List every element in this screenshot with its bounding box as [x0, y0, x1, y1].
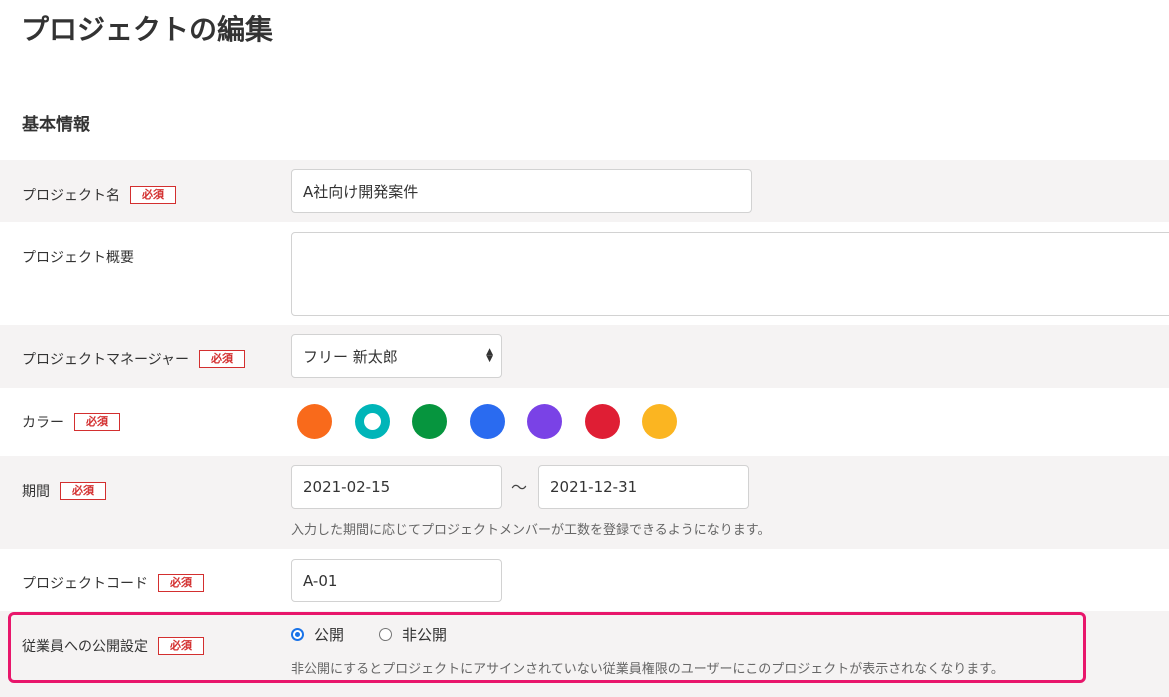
project-name-row: プロジェクト名 必須 A社向け開発案件	[0, 160, 1169, 222]
required-badge: 必須	[74, 413, 120, 431]
project-code-input[interactable]: A-01	[291, 559, 502, 602]
section-title: 基本情報	[22, 115, 90, 135]
project-code-label: プロジェクトコード 必須	[22, 573, 204, 593]
selected-ring-icon	[363, 413, 381, 430]
project-manager-row: プロジェクトマネージャー 必須 フリー 新太郎 ▲ ▼	[0, 325, 1169, 388]
color-swatch-yellow[interactable]	[642, 404, 677, 439]
color-swatch-green[interactable]	[412, 404, 447, 439]
project-name-input[interactable]: A社向け開発案件	[291, 169, 752, 213]
page-title: プロジェクトの編集	[21, 13, 274, 46]
project-summary-textarea[interactable]	[291, 232, 1169, 316]
select-arrows-icon: ▲ ▼	[486, 347, 493, 364]
project-name-label: プロジェクト名 必須	[22, 185, 176, 205]
required-badge: 必須	[199, 350, 246, 368]
project-manager-select[interactable]: フリー 新太郎 ▲ ▼	[291, 334, 502, 378]
period-help-text: 入力した期間に応じてプロジェクトメンバーが工数を登録できるようになります。	[291, 523, 771, 538]
period-end-input[interactable]: 2021-12-31	[538, 465, 749, 509]
required-badge: 必須	[130, 186, 176, 204]
color-swatch-blue[interactable]	[469, 404, 505, 439]
period-start-input[interactable]: 2021-02-15	[291, 465, 502, 509]
color-swatch-teal[interactable]	[354, 404, 390, 439]
project-summary-label: プロジェクト概要	[22, 250, 134, 266]
color-label: カラー 必須	[22, 412, 120, 432]
color-swatch-orange[interactable]	[297, 404, 332, 439]
required-badge: 必須	[158, 574, 204, 592]
visibility-highlight-box	[8, 612, 1086, 683]
color-swatch-purple[interactable]	[527, 404, 562, 439]
period-separator: 〜	[511, 478, 528, 497]
project-manager-label: プロジェクトマネージャー 必須	[22, 349, 246, 369]
period-label: 期間 必須	[22, 481, 106, 501]
required-badge: 必須	[60, 482, 106, 500]
project-summary-row: プロジェクト概要	[0, 222, 1169, 325]
project-code-row: プロジェクトコード 必須 A-01	[0, 549, 1169, 611]
color-swatch-red[interactable]	[584, 404, 620, 439]
